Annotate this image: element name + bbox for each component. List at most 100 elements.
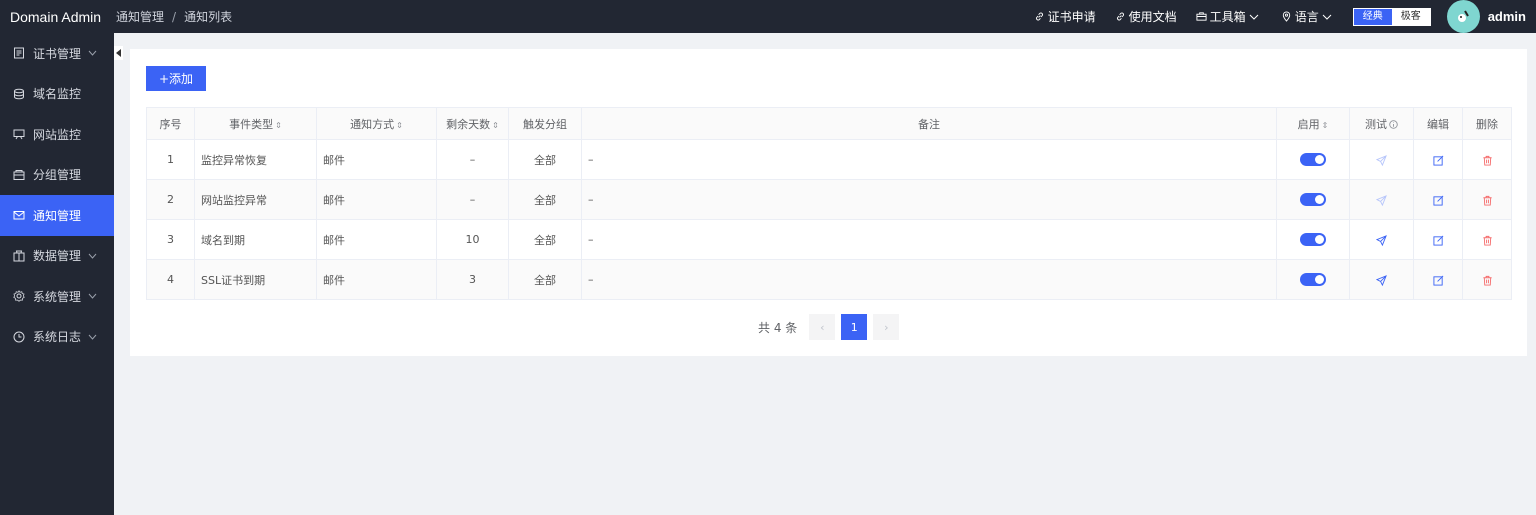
notify-table: 序号 事件类型 ⇕ 通知方式 ⇕ 剩余天数 ⇕ 触发分组 备注 启用 ⇕ 测试 编辑 删… <box>146 107 1512 300</box>
edit-icon[interactable] <box>1432 155 1444 166</box>
cell-group: 全部 <box>508 259 582 300</box>
table-row: 2 网站监控异常 邮件 – 全部 – <box>146 179 1512 220</box>
next-page-button[interactable]: › <box>873 314 900 340</box>
breadcrumb-item-notify-manage[interactable]: 通知管理 <box>116 8 164 25</box>
col-header-index: 序号 <box>146 107 195 140</box>
header-actions: 证书申请 使用文档 工具箱 语言 经典 极客 admin <box>1015 0 1536 33</box>
main-card: +添加 序号 事件类型 ⇕ 通知方式 ⇕ 剩余天数 ⇕ 触发分组 备注 启用 ⇕ 测试 … <box>130 49 1527 356</box>
trash-icon[interactable] <box>1482 195 1493 206</box>
database-icon <box>14 88 24 100</box>
cell-method: 邮件 <box>316 219 437 260</box>
col-header-delete: 删除 <box>1462 107 1512 140</box>
briefcase-icon <box>1196 12 1207 21</box>
docs-link[interactable]: 使用文档 <box>1115 8 1177 25</box>
enabled-toggle[interactable] <box>1300 153 1326 167</box>
chevron-down-icon <box>88 293 97 300</box>
cell-note: – <box>581 259 1277 300</box>
caret-left-icon <box>115 49 121 57</box>
sort-icon[interactable]: ⇕ <box>1322 121 1329 130</box>
cell-index: 4 <box>146 259 195 300</box>
location-icon <box>1282 11 1290 22</box>
sidebar: 证书管理 域名监控 网站监控 分组管理 通知管理 数据管理 系统管理 系统日志 <box>0 33 114 515</box>
send-icon[interactable] <box>1376 274 1387 286</box>
enabled-toggle[interactable] <box>1300 193 1326 207</box>
enabled-toggle[interactable] <box>1300 273 1326 287</box>
mail-icon <box>13 211 25 220</box>
edit-icon[interactable] <box>1432 195 1444 206</box>
sort-icon[interactable]: ⇕ <box>396 121 403 130</box>
col-header-method[interactable]: 通知方式 ⇕ <box>316 107 437 140</box>
chevron-down-icon <box>88 334 97 340</box>
cell-group: 全部 <box>508 219 582 260</box>
sidebar-item-label: 网站监控 <box>33 127 82 142</box>
sidebar-item-data-manage[interactable]: 数据管理 <box>0 236 114 277</box>
send-icon[interactable] <box>1376 194 1387 206</box>
col-header-enabled[interactable]: 启用 ⇕ <box>1276 107 1350 140</box>
sidebar-item-cert-manage[interactable]: 证书管理 <box>0 33 114 74</box>
table-row: 3 域名到期 邮件 10 全部 – <box>146 219 1512 260</box>
sidebar-item-system-manage[interactable]: 系统管理 <box>0 276 114 317</box>
toolbox-label: 工具箱 <box>1209 10 1246 24</box>
mode-switch: 经典 极客 <box>1352 7 1431 26</box>
col-header-days[interactable]: 剩余天数 ⇕ <box>436 107 509 140</box>
table-row: 4 SSL证书到期 邮件 3 全部 – <box>146 259 1512 300</box>
cell-note: – <box>581 179 1277 220</box>
trash-icon[interactable] <box>1482 275 1493 286</box>
enabled-toggle[interactable] <box>1300 233 1326 247</box>
cell-event: 监控异常恢复 <box>194 139 317 180</box>
language-dropdown[interactable]: 语言 <box>1281 8 1335 25</box>
trash-icon[interactable] <box>1482 155 1493 166</box>
gear-icon <box>13 290 25 302</box>
page-button-current[interactable]: 1 <box>841 314 868 340</box>
col-header-event[interactable]: 事件类型 ⇕ <box>194 107 317 140</box>
clock-icon <box>13 331 25 343</box>
sidebar-item-domain-monitor[interactable]: 域名监控 <box>0 74 114 115</box>
sidebar-item-system-log[interactable]: 系统日志 <box>0 317 114 358</box>
sort-icon[interactable]: ⇕ <box>492 121 499 130</box>
sidebar-item-label: 通知管理 <box>33 208 82 223</box>
username[interactable]: admin <box>1488 9 1526 24</box>
sidebar-item-label: 系统日志 <box>33 330 82 345</box>
cell-note: – <box>581 219 1277 260</box>
sidebar-item-group-manage[interactable]: 分组管理 <box>0 155 114 196</box>
mode-classic-button[interactable]: 经典 <box>1353 8 1392 25</box>
sidebar-item-site-monitor[interactable]: 网站监控 <box>0 114 114 155</box>
document-icon <box>14 47 24 59</box>
col-header-edit: 编辑 <box>1413 107 1463 140</box>
sidebar-item-label: 分组管理 <box>33 168 82 183</box>
link-icon <box>1035 12 1043 21</box>
box-icon <box>13 169 25 180</box>
breadcrumb-separator: / <box>172 9 177 24</box>
send-icon[interactable] <box>1376 154 1387 166</box>
sidebar-collapse-toggle[interactable] <box>114 46 123 60</box>
gift-icon <box>13 250 25 262</box>
send-icon[interactable] <box>1376 234 1387 246</box>
cell-index: 1 <box>146 139 195 180</box>
cell-days: 10 <box>436 219 509 260</box>
trash-icon[interactable] <box>1482 235 1493 246</box>
app-brand[interactable]: Domain Admin <box>0 9 114 25</box>
link-icon <box>1116 12 1124 21</box>
cell-method: 邮件 <box>316 179 437 220</box>
chevron-down-icon <box>88 50 97 57</box>
cell-method: 邮件 <box>316 139 437 180</box>
col-header-note: 备注 <box>581 107 1277 140</box>
add-button[interactable]: +添加 <box>146 66 206 91</box>
col-header-test: 测试 <box>1349 107 1414 140</box>
cert-apply-link[interactable]: 证书申请 <box>1034 8 1096 25</box>
sidebar-item-notify-manage[interactable]: 通知管理 <box>0 195 114 236</box>
info-icon[interactable] <box>1389 119 1398 129</box>
sort-icon[interactable]: ⇕ <box>275 121 282 130</box>
edit-icon[interactable] <box>1432 235 1444 246</box>
avatar-icon <box>1458 9 1470 22</box>
cell-days: – <box>436 179 509 220</box>
edit-icon[interactable] <box>1432 275 1444 286</box>
toolbox-dropdown[interactable]: 工具箱 <box>1196 8 1262 25</box>
cert-apply-label: 证书申请 <box>1047 10 1096 24</box>
cell-group: 全部 <box>508 179 582 220</box>
mode-geek-button[interactable]: 极客 <box>1391 8 1430 25</box>
avatar[interactable] <box>1446 0 1480 33</box>
prev-page-button[interactable]: ‹ <box>809 314 836 340</box>
chevron-down-icon <box>88 253 97 259</box>
cell-index: 2 <box>146 179 195 220</box>
